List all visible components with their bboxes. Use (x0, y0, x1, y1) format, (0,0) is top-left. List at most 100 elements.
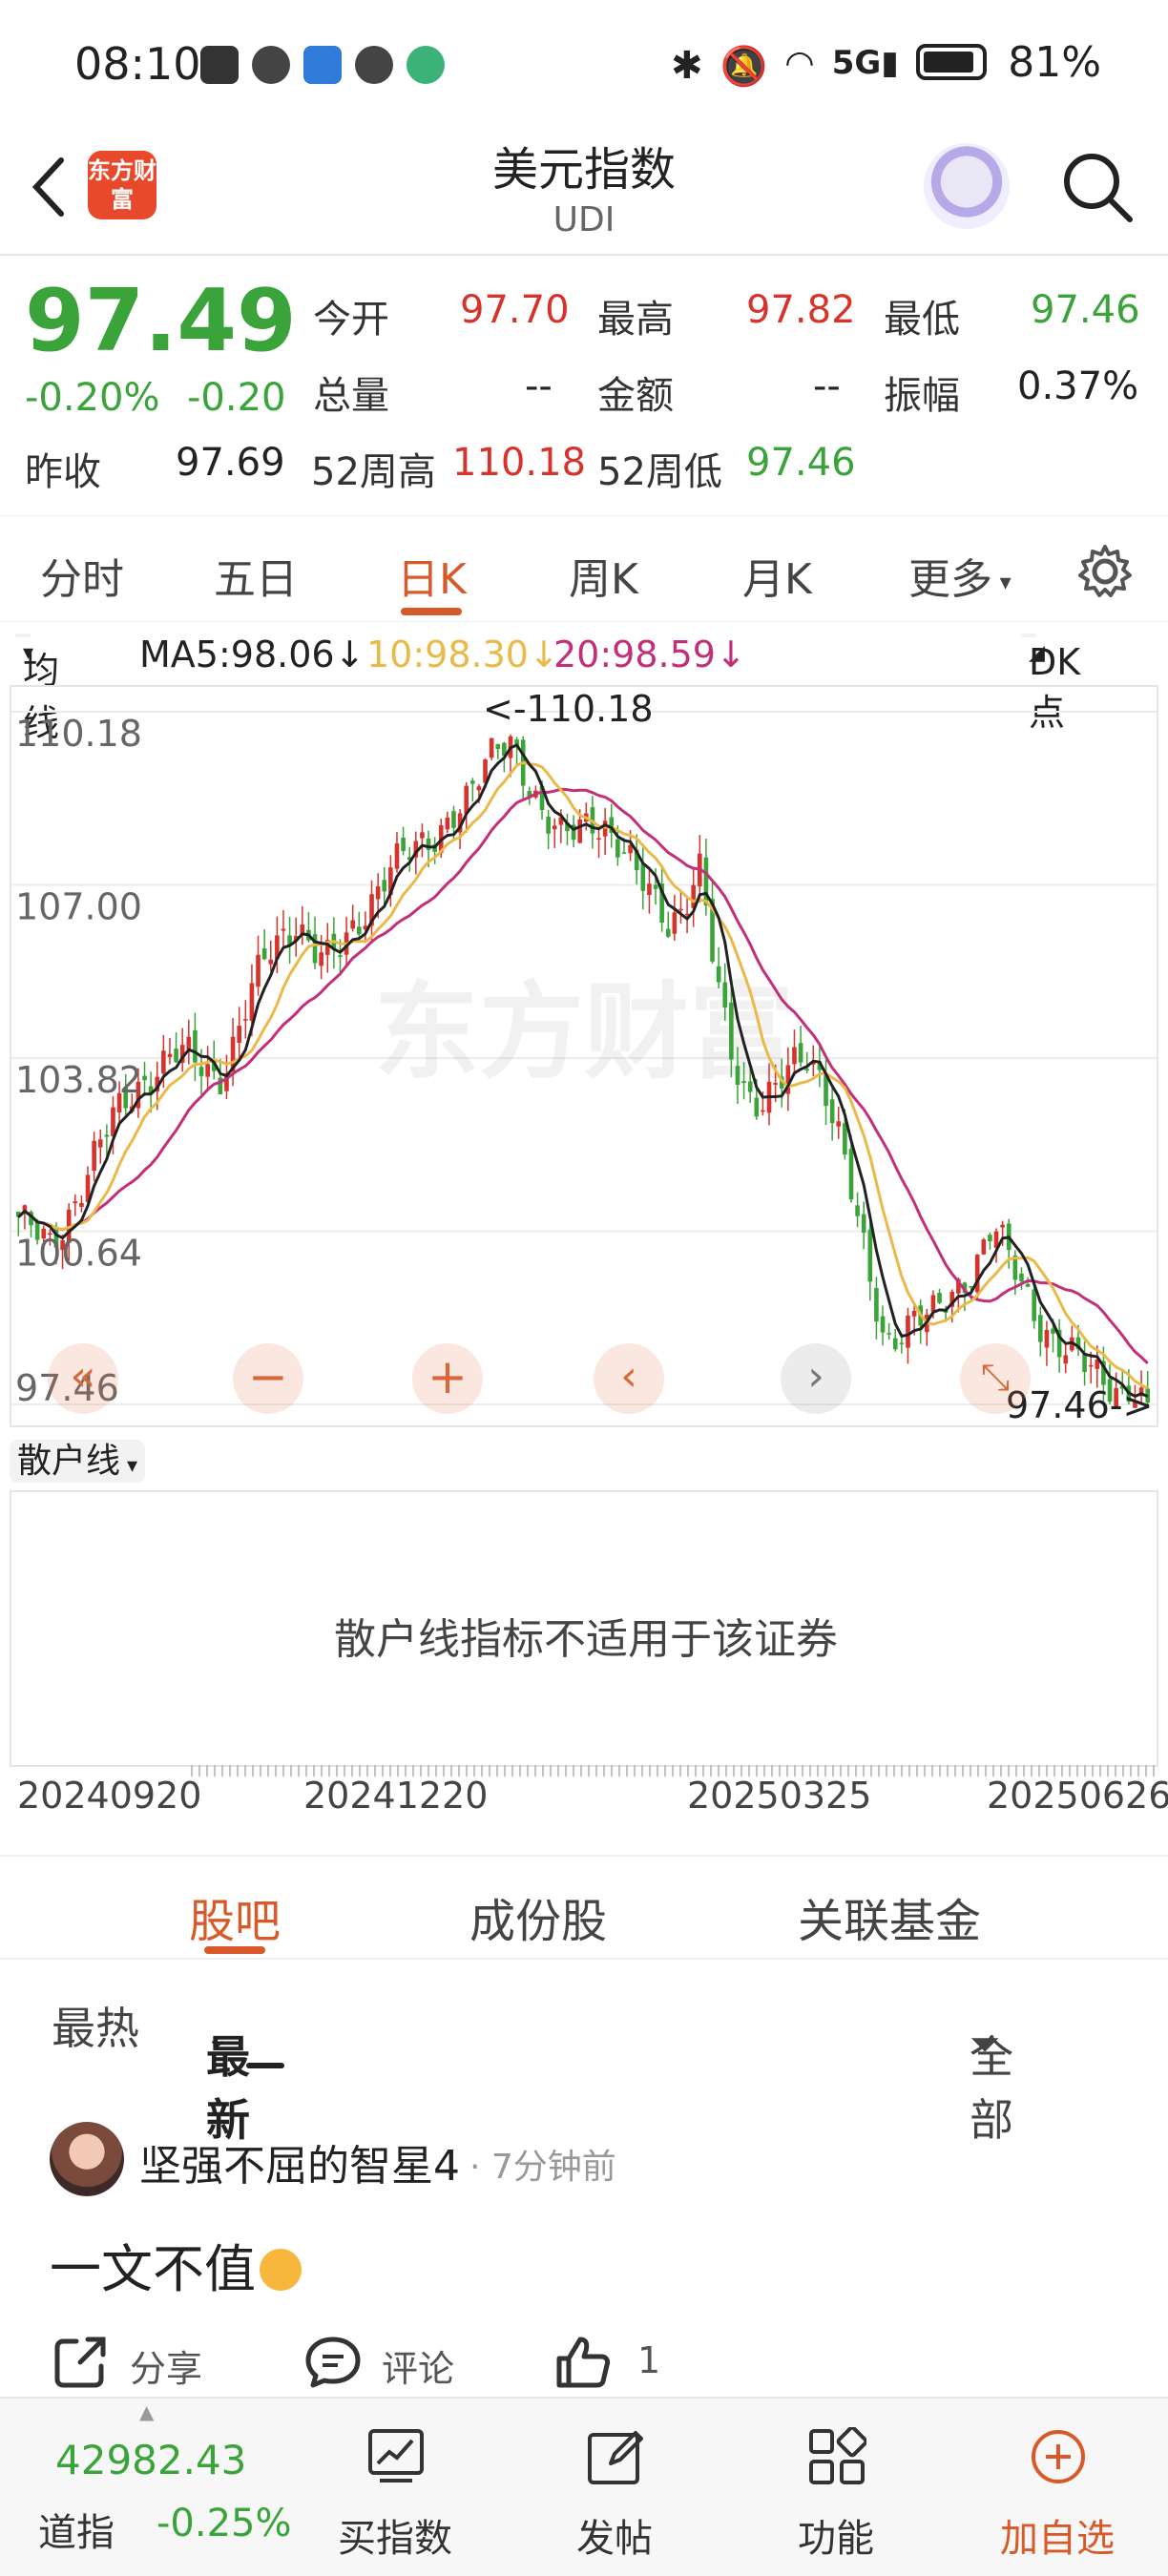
add-watchlist-button[interactable]: 加自选 (981, 2399, 1134, 2576)
active-section-indicator (204, 1946, 265, 1954)
share-label[interactable]: 分享 (130, 2339, 202, 2392)
post-time: · 7分钟前 (469, 2148, 616, 2187)
ma10-value: 10:98.30↓ (366, 634, 559, 675)
zoom-out-button[interactable]: − (233, 1343, 303, 1414)
post-username[interactable]: 坚强不屈的智星4 (139, 2131, 460, 2192)
tab-daily-k[interactable]: 日K (397, 545, 467, 606)
y-tick-label: 107.00 (15, 886, 142, 928)
like-count: 1 (637, 2339, 661, 2381)
tab-weekly-k[interactable]: 周K (569, 545, 638, 606)
candle-up (930, 1295, 936, 1312)
add-watchlist-label: 加自选 (1000, 2517, 1115, 2561)
trend-chart-icon (368, 2429, 424, 2483)
zoom-in-button[interactable]: + (412, 1343, 483, 1414)
sort-underline (246, 2063, 284, 2068)
candle-up (242, 1019, 248, 1021)
post-content[interactable]: 一文不值 (50, 2227, 302, 2302)
chevron-left-icon: ‹ (620, 1352, 637, 1401)
bluetooth-icon: ✱ (670, 44, 703, 88)
tab-five-day[interactable]: 五日 (214, 545, 298, 606)
thumbs-up-icon[interactable] (553, 2334, 613, 2391)
candle-down (722, 982, 728, 1008)
bottom-nav: ▲ 42982.43 道指 -0.25% 买指数 发帖 功能 加自选 (0, 2397, 1168, 2576)
kline-chart[interactable]: 东方财富 110.18 107.00 103.82 100.64 97.46 <-110… (10, 685, 1158, 1427)
w52-high-value: 110.18 (452, 441, 586, 485)
battery-icon (916, 44, 987, 80)
candle-down (747, 1081, 753, 1092)
indicator-selector[interactable]: 散户线 ▾ (10, 1433, 146, 1483)
candle-up (237, 1026, 242, 1044)
sort-bar: 最热 最新 ⌄ ⏷ 全部 (0, 1965, 1168, 2146)
date-tick: 20240920 (17, 1775, 202, 1817)
tab-related-funds[interactable]: 关联基金 (798, 1883, 981, 1950)
candle-up (420, 832, 425, 839)
candle-up (911, 1310, 917, 1317)
post-button[interactable]: 发帖 (538, 2399, 691, 2576)
index-name: 道指 (38, 2511, 115, 2555)
gear-icon[interactable] (1076, 543, 1134, 600)
candle-up (1044, 1329, 1050, 1348)
candle-down (356, 926, 362, 935)
candle-up (73, 1201, 78, 1204)
ma-selector[interactable]: 均线 ▾ (15, 634, 59, 744)
post-label: 发帖 (576, 2517, 653, 2561)
candle-down (855, 1205, 860, 1216)
candle-down (653, 884, 658, 889)
candle-up (836, 1121, 842, 1127)
date-axis: 20240920 20241220 20250325 20250626 (0, 1775, 1168, 1851)
tab-intraday[interactable]: 分时 (40, 545, 124, 606)
assistant-robot-icon[interactable] (924, 143, 1010, 229)
scroll-start-button[interactable]: « (48, 1343, 118, 1414)
candle-down (1025, 1283, 1031, 1287)
candle-up (445, 817, 450, 830)
indicator-message: 散户线指标不适用于该证券 (334, 1615, 838, 1664)
candle-down (338, 955, 343, 957)
candle-up (773, 1083, 778, 1085)
candle-down (729, 1002, 734, 1060)
candle-down (665, 928, 671, 937)
ma-legend-row: 均线 ▾ MA5:98.06↓ 10:98.30↓ 20:98.59↓ DK点 … (0, 626, 1168, 744)
change-percent: -0.20% (25, 376, 160, 420)
candle-down (892, 1338, 898, 1350)
ma5-value: MA5:98.06↓ (139, 634, 365, 675)
search-button[interactable] (1059, 149, 1136, 225)
system-icons: ✱ 🔕 ◠ 5G▮ (671, 44, 987, 89)
double-chevron-left-icon: « (70, 1352, 96, 1401)
caret-down-icon: ▾ (120, 1454, 138, 1478)
edit-icon (588, 2431, 643, 2484)
indicator-panel: 散户线指标不适用于该证券 (10, 1490, 1158, 1767)
functions-button[interactable]: 功能 (760, 2399, 912, 2576)
current-price: 97.49 (25, 271, 297, 371)
share-icon[interactable] (52, 2334, 109, 2391)
candle-up (92, 1140, 96, 1172)
index-ticker[interactable]: ▲ 42982.43 道指 -0.25% (0, 2399, 315, 2576)
candle-up (319, 952, 323, 966)
laughing-emoji-icon (260, 2249, 302, 2291)
candle-down (829, 1099, 835, 1124)
dk-point-selector[interactable]: DK点 ◢ (1021, 634, 1080, 734)
avatar[interactable] (50, 2122, 124, 2196)
candle-up (79, 1203, 84, 1207)
candle-down (104, 1134, 110, 1137)
prev-close-value: 97.69 (176, 441, 285, 485)
candle-up (249, 983, 255, 1021)
comment-label[interactable]: 评论 (382, 2339, 454, 2392)
sort-hot[interactable]: 最热 (52, 1994, 139, 2057)
scroll-left-button[interactable]: ‹ (594, 1343, 664, 1414)
candle-down (174, 1049, 178, 1063)
fullscreen-button[interactable]: ⤡ (960, 1343, 1031, 1414)
comment-icon[interactable] (303, 2334, 363, 2391)
candle-down (886, 1333, 891, 1335)
caret-down-icon: ▾ (23, 641, 34, 665)
tab-monthly-k[interactable]: 月K (742, 545, 812, 606)
candle-down (615, 839, 620, 858)
candle-down (754, 1097, 760, 1117)
scroll-right-button[interactable]: › (781, 1343, 851, 1414)
header-divider (0, 254, 1168, 256)
candle-down (382, 880, 387, 892)
buy-index-button[interactable]: 买指数 (319, 2399, 471, 2576)
tab-more-label: 更多 (908, 555, 992, 604)
tab-constituents[interactable]: 成份股 (469, 1883, 607, 1950)
tab-stock-bar[interactable]: 股吧 (189, 1883, 281, 1950)
tab-more[interactable]: 更多 ▾ (908, 545, 1012, 606)
